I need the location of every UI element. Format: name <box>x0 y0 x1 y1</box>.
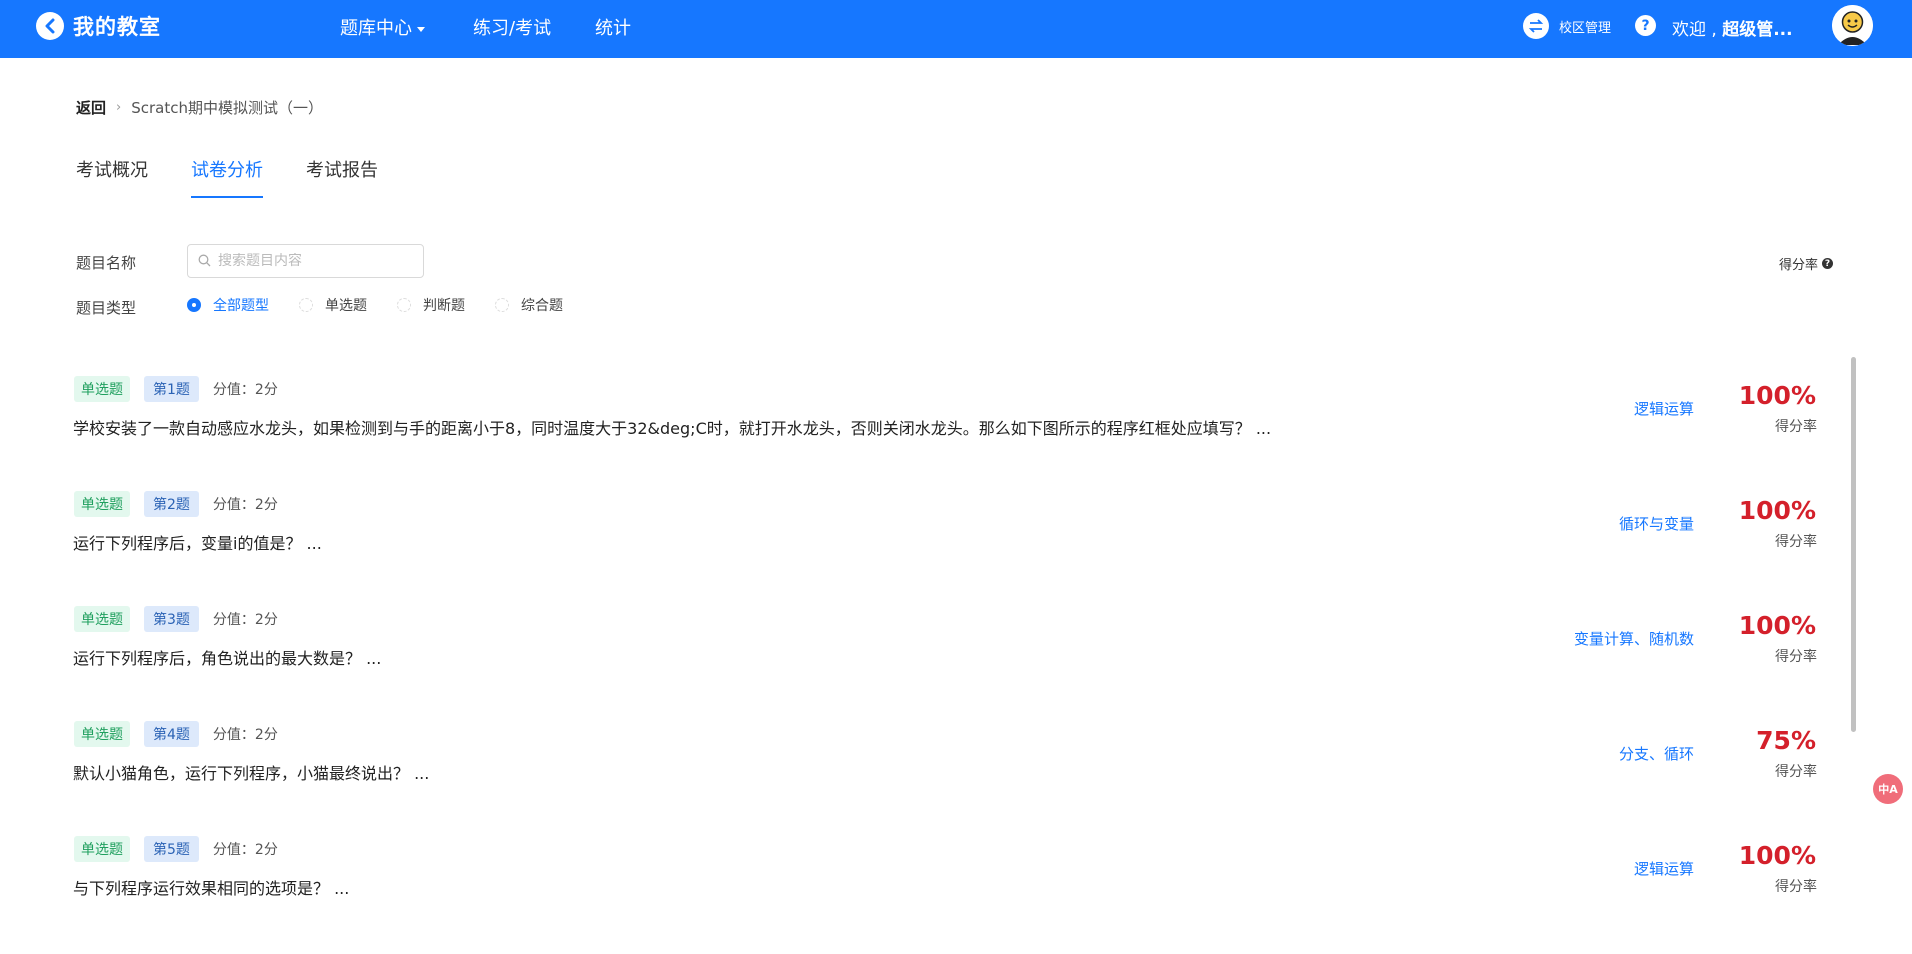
breadcrumb-current: Scratch期中模拟测试（一） <box>131 99 323 117</box>
radio-true-false[interactable]: 判断题 <box>397 295 465 315</box>
question-item[interactable]: 单选题 第3题 分值：2分 运行下列程序后，角色说出的最大数是？ ... 变量计… <box>0 588 1912 703</box>
radio-indicator <box>299 298 313 312</box>
chevron-right-icon: › <box>116 100 122 115</box>
score-rate-label: 得分率 <box>1775 879 1817 895</box>
question-text: 与下列程序运行效果相同的选项是？ ... <box>73 879 350 898</box>
question-tags: 单选题 第4题 分值：2分 <box>74 721 278 747</box>
question-tags: 单选题 第3题 分值：2分 <box>74 606 278 632</box>
knowledge-point-link[interactable]: 循环与变量 <box>1619 513 1694 534</box>
knowledge-point-link[interactable]: 逻辑运算 <box>1634 398 1694 419</box>
question-item[interactable]: 单选题 第2题 分值：2分 运行下列程序后，变量i的值是？ ... 循环与变量 … <box>0 473 1912 588</box>
radio-indicator <box>495 298 509 312</box>
question-tags: 单选题 第1题 分值：2分 <box>74 376 278 402</box>
tabs: 考试概况 试卷分析 考试报告 <box>76 156 421 198</box>
question-text: 学校安装了一款自动感应水龙头，如果检测到与手的距离小于8，同时温度大于32&de… <box>73 419 1272 438</box>
question-item[interactable]: 单选题 第4题 分值：2分 默认小猫角色，运行下列程序，小猫最终说出？ ... … <box>0 703 1912 818</box>
score-rate-label: 得分率 <box>1775 764 1817 780</box>
radio-label: 综合题 <box>521 298 563 314</box>
question-item[interactable]: 单选题 第5题 分值：2分 与下列程序运行效果相同的选项是？ ... 逻辑运算 … <box>0 818 1912 933</box>
filter-name-label: 题目名称 <box>76 254 137 272</box>
radio-single-choice[interactable]: 单选题 <box>299 295 367 315</box>
campus-management-button[interactable]: 校区管理 <box>1523 13 1611 39</box>
question-type-tag: 单选题 <box>74 376 130 402</box>
caret-down-icon <box>417 26 425 32</box>
radio-label: 单选题 <box>325 298 367 314</box>
knowledge-point-link[interactable]: 变量计算、随机数 <box>1574 628 1694 649</box>
search-box <box>187 244 424 278</box>
question-list: 单选题 第1题 分值：2分 学校安装了一款自动感应水龙头，如果检测到与手的距离小… <box>0 358 1912 933</box>
question-text: 运行下列程序后，变量i的值是？ ... <box>73 534 322 553</box>
breadcrumb-back-link[interactable]: 返回 <box>76 97 106 118</box>
campus-management-label: 校区管理 <box>1559 20 1612 36</box>
question-number-tag: 第3题 <box>144 606 199 632</box>
user-name: 超级管... <box>1722 20 1793 40</box>
radio-indicator <box>187 298 201 312</box>
tab-paper-analysis[interactable]: 试卷分析 <box>191 156 263 198</box>
score-rate-label: 得分率 <box>1775 419 1817 435</box>
radio-label: 判断题 <box>423 298 465 314</box>
nav-item-question-bank[interactable]: 题库中心 <box>340 14 425 40</box>
question-points: 分值：2分 <box>212 612 278 628</box>
question-number-tag: 第4题 <box>144 721 199 747</box>
question-number-tag: 第5题 <box>144 836 199 862</box>
nav-item-label: 题库中心 <box>340 18 412 39</box>
search-input[interactable] <box>218 253 408 269</box>
top-navbar: 我的教室 题库中心 练习/考试 统计 校区管理 ? 欢迎 , 超级管... <box>0 0 1912 58</box>
radio-label: 全部题型 <box>213 298 269 314</box>
score-rate-value: 75% <box>1756 726 1816 755</box>
radio-indicator <box>397 298 411 312</box>
knowledge-point-link[interactable]: 分支、循环 <box>1619 743 1694 764</box>
knowledge-point-link[interactable]: 逻辑运算 <box>1634 858 1694 879</box>
welcome-text[interactable]: 欢迎 , 超级管... <box>1672 15 1793 40</box>
question-tags: 单选题 第2题 分值：2分 <box>74 491 278 517</box>
question-text: 运行下列程序后，角色说出的最大数是？ ... <box>73 649 382 668</box>
app-logo[interactable]: 我的教室 <box>36 11 161 41</box>
question-number-tag: 第2题 <box>144 491 199 517</box>
question-points: 分值：2分 <box>212 842 278 858</box>
score-rate-label: 得分率 <box>1775 534 1817 550</box>
list-scrollbar[interactable] <box>1851 357 1856 732</box>
filter-type-label: 题目类型 <box>76 299 137 317</box>
app-title: 我的教室 <box>73 15 161 39</box>
score-rate-head-label: 得分率 <box>1779 258 1819 273</box>
question-text: 默认小猫角色，运行下列程序，小猫最终说出？ ... <box>73 764 430 783</box>
tab-report[interactable]: 考试报告 <box>306 156 378 198</box>
welcome-prefix: 欢迎 , <box>1672 20 1723 40</box>
question-points: 分值：2分 <box>212 727 278 743</box>
translate-icon[interactable]: 中A <box>1873 774 1903 804</box>
question-type-tag: 单选题 <box>74 836 130 862</box>
score-rate-sort[interactable]: 得分率 ? <box>1779 254 1834 273</box>
nav-item-practice-exam[interactable]: 练习/考试 <box>473 14 551 40</box>
help-icon: ? <box>1822 258 1834 269</box>
question-points: 分值：2分 <box>212 382 278 398</box>
chevron-left-icon[interactable] <box>36 12 64 40</box>
question-type-tag: 单选题 <box>74 721 130 747</box>
question-tags: 单选题 第5题 分值：2分 <box>74 836 278 862</box>
question-points: 分值：2分 <box>212 497 278 513</box>
score-rate-value: 100% <box>1738 496 1816 525</box>
question-type-radio-group: 全部题型 单选题 判断题 综合题 <box>187 295 593 315</box>
nav-item-statistics[interactable]: 统计 <box>595 14 631 40</box>
radio-comprehensive[interactable]: 综合题 <box>495 295 563 315</box>
score-rate-value: 100% <box>1738 381 1816 410</box>
help-icon[interactable]: ? <box>1635 15 1656 36</box>
score-rate-value: 100% <box>1738 841 1816 870</box>
breadcrumb: 返回 › Scratch期中模拟测试（一） <box>76 97 323 118</box>
radio-all-types[interactable]: 全部题型 <box>187 295 269 315</box>
score-rate-value: 100% <box>1738 611 1816 640</box>
score-rate-label: 得分率 <box>1775 649 1817 665</box>
question-type-tag: 单选题 <box>74 491 130 517</box>
avatar[interactable] <box>1832 5 1873 46</box>
swap-icon <box>1523 13 1549 39</box>
question-item[interactable]: 单选题 第1题 分值：2分 学校安装了一款自动感应水龙头，如果检测到与手的距离小… <box>0 358 1912 473</box>
question-number-tag: 第1题 <box>144 376 199 402</box>
tab-overview[interactable]: 考试概况 <box>76 156 148 198</box>
search-icon <box>198 252 211 271</box>
question-type-tag: 单选题 <box>74 606 130 632</box>
